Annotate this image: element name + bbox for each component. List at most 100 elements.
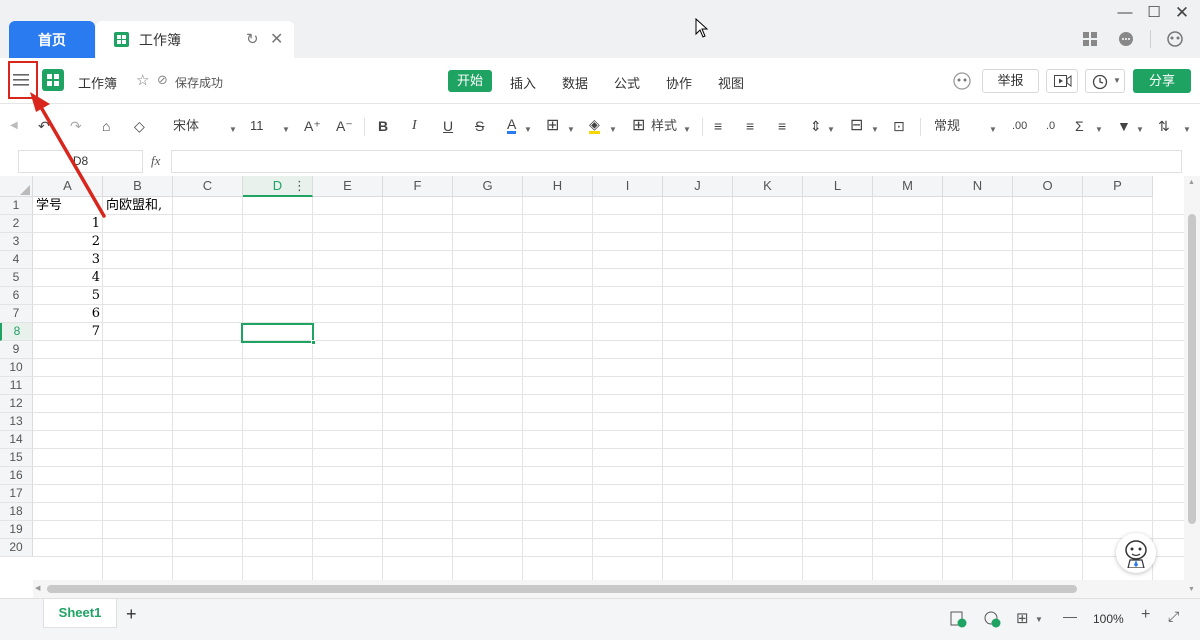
chevron-down-icon[interactable]: ▼ xyxy=(683,121,691,139)
menu-view[interactable]: 视图 xyxy=(718,73,744,92)
scroll-left-icon[interactable]: ◀ xyxy=(35,584,40,592)
close-tab-icon[interactable]: ✕ xyxy=(270,29,283,49)
bold-button[interactable]: B xyxy=(378,117,388,135)
star-icon[interactable]: ☆ xyxy=(136,71,149,89)
spreadsheet-grid[interactable]: A B C D ⋮ E F G H I J K L M N O P 1 2 3 4 5 6 7 8 9 10 11 12 13 14 15 1… xyxy=(0,176,1184,580)
chevron-down-icon[interactable]: ▼ xyxy=(524,121,532,139)
chevron-down-icon[interactable]: ▼ xyxy=(609,121,617,139)
italic-button[interactable]: I xyxy=(412,117,417,135)
column-header-l[interactable]: L xyxy=(803,176,873,197)
decrease-decimal-icon[interactable]: .0 xyxy=(1046,117,1055,135)
increase-decimal-icon[interactable]: .00 xyxy=(1012,117,1027,135)
increase-font-icon[interactable]: A⁺ xyxy=(304,117,321,135)
column-header-c[interactable]: C xyxy=(173,176,243,197)
scroll-up-icon[interactable]: ▲ xyxy=(1188,179,1195,186)
window-close-icon[interactable]: ✕ xyxy=(1172,3,1192,23)
chevron-down-icon[interactable]: ▼ xyxy=(1183,121,1191,139)
video-button[interactable] xyxy=(1046,69,1078,93)
zoom-in-icon[interactable]: + xyxy=(1141,606,1150,624)
row-header-8[interactable]: 8 xyxy=(0,323,33,341)
column-menu-icon[interactable]: ⋮ xyxy=(293,176,306,196)
menu-insert[interactable]: 插入 xyxy=(510,73,536,92)
cell-a6[interactable]: 5 xyxy=(33,287,100,305)
column-header-o[interactable]: O xyxy=(1013,176,1083,197)
wrap-text-icon[interactable]: ⊡ xyxy=(893,117,905,135)
row-header-3[interactable]: 3 xyxy=(0,233,33,251)
chevron-down-icon[interactable]: ▼ xyxy=(1095,121,1103,139)
chevron-down-icon[interactable]: ▼ xyxy=(567,121,575,139)
avatar[interactable] xyxy=(1166,31,1184,48)
avatar-mascot-icon[interactable] xyxy=(951,71,973,91)
align-left-icon[interactable]: ≡ xyxy=(714,117,722,135)
share-button[interactable]: 分享 xyxy=(1133,69,1191,93)
menu-formula[interactable]: 公式 xyxy=(614,73,640,92)
cell-a3[interactable]: 2 xyxy=(33,233,100,251)
row-header-18[interactable]: 18 xyxy=(0,503,33,521)
cell-a8[interactable]: 7 xyxy=(33,323,100,341)
apps-grid-icon[interactable] xyxy=(1083,32,1097,46)
fx-icon[interactable]: fx xyxy=(151,153,160,169)
row-header-6[interactable]: 6 xyxy=(0,287,33,305)
zoom-level[interactable]: 100% xyxy=(1093,612,1124,626)
row-header-9[interactable]: 9 xyxy=(0,341,33,359)
row-header-19[interactable]: 19 xyxy=(0,521,33,539)
history-button[interactable]: ▼ xyxy=(1085,69,1125,93)
row-header-12[interactable]: 12 xyxy=(0,395,33,413)
column-header-e[interactable]: E xyxy=(313,176,383,197)
chevron-down-icon[interactable]: ▼ xyxy=(1136,121,1144,139)
scroll-down-icon[interactable]: ▼ xyxy=(1188,586,1195,593)
chevron-down-icon[interactable]: ▼ xyxy=(989,121,997,139)
horizontal-scroll-thumb[interactable] xyxy=(47,585,1077,593)
column-header-j[interactable]: J xyxy=(663,176,733,197)
font-size-select[interactable]: 11 xyxy=(250,117,264,135)
row-header-4[interactable]: 4 xyxy=(0,251,33,269)
chevron-down-icon[interactable]: ▼ xyxy=(1035,615,1043,624)
column-header-b[interactable]: B xyxy=(103,176,173,197)
globe-icon[interactable] xyxy=(984,611,1001,628)
cell-b1[interactable]: 向欧盟和, xyxy=(106,197,162,215)
sum-icon[interactable]: Σ xyxy=(1075,117,1084,135)
minimize-icon[interactable]: — xyxy=(1115,3,1135,23)
row-header-15[interactable]: 15 xyxy=(0,449,33,467)
chevron-down-icon[interactable]: ▼ xyxy=(282,121,290,139)
column-header-i[interactable]: I xyxy=(593,176,663,197)
align-center-icon[interactable]: ≡ xyxy=(746,117,754,135)
chevron-down-icon[interactable]: ▼ xyxy=(827,121,835,139)
zoom-out-icon[interactable]: — xyxy=(1063,608,1077,624)
fullscreen-icon[interactable]: ⤢ xyxy=(1168,608,1179,625)
column-header-k[interactable]: K xyxy=(733,176,803,197)
menu-start[interactable]: 开始 xyxy=(448,70,492,92)
eraser-icon[interactable]: ◇ xyxy=(134,117,145,135)
formula-input[interactable] xyxy=(171,150,1182,173)
scroll-left-icon[interactable]: ◀ xyxy=(10,117,18,135)
menu-data[interactable]: 数据 xyxy=(562,73,588,92)
font-family-select[interactable]: 宋体 xyxy=(173,117,199,135)
row-header-7[interactable]: 7 xyxy=(0,305,33,323)
report-button[interactable]: 举报 xyxy=(982,69,1039,93)
column-header-g[interactable]: G xyxy=(453,176,523,197)
vertical-scrollbar[interactable]: ▲ ▼ xyxy=(1184,176,1200,598)
document-name[interactable]: 工作簿 xyxy=(78,73,117,92)
filter-icon[interactable]: ▼ xyxy=(1117,117,1131,135)
row-header-5[interactable]: 5 xyxy=(0,269,33,287)
row-header-20[interactable]: 20 xyxy=(0,539,33,557)
row-header-11[interactable]: 11 xyxy=(0,377,33,395)
decrease-font-icon[interactable]: A⁻ xyxy=(336,117,353,135)
sheet-tab[interactable]: Sheet1 xyxy=(43,599,117,628)
number-format-select[interactable]: 常规 xyxy=(934,117,960,135)
hamburger-menu-icon[interactable] xyxy=(13,73,29,87)
refresh-icon[interactable]: ↻ xyxy=(246,30,259,48)
add-sheet-button[interactable]: + xyxy=(126,604,137,625)
sort-icon[interactable]: ⇅ xyxy=(1158,117,1170,135)
tab-home[interactable]: 首页 xyxy=(9,21,95,58)
row-header-13[interactable]: 13 xyxy=(0,413,33,431)
style-button[interactable]: 样式 xyxy=(651,117,677,135)
assistant-mascot[interactable] xyxy=(1116,533,1156,573)
view-grid-icon[interactable]: ⊞ xyxy=(1016,609,1029,627)
cell-a5[interactable]: 4 xyxy=(33,269,100,287)
menu-collab[interactable]: 协作 xyxy=(666,73,692,92)
font-color-button[interactable]: A xyxy=(507,117,517,134)
borders-icon[interactable]: ⊞ xyxy=(546,117,559,135)
vertical-align-icon[interactable]: ⇕ xyxy=(810,117,822,135)
align-right-icon[interactable]: ≡ xyxy=(778,117,786,135)
